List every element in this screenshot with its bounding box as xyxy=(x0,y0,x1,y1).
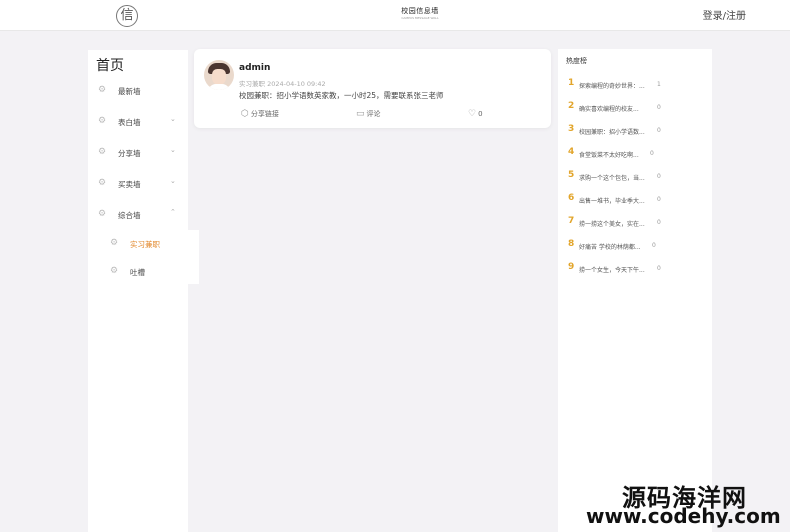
site-title: 校园信息墙 xyxy=(401,7,439,15)
chevron-up-icon: ⌃ xyxy=(170,208,176,216)
hot-text: 好痛苦 学校的林荫都... xyxy=(579,244,641,251)
hot-text: 校园兼职：招小学语数... xyxy=(579,129,645,136)
hot-count: 0 xyxy=(657,173,661,180)
hot-text: 求购一个这个包包，当... xyxy=(579,175,645,182)
post-card[interactable]: admin 实习兼职 2024-04-10 09:42 校园兼职：招小学语数英家… xyxy=(194,49,551,128)
like-count: 0 xyxy=(478,110,483,118)
comment-button[interactable]: ▭ 评论 xyxy=(356,109,381,119)
sidebar-item-general[interactable]: ⚙ 综合墙 ⌃ xyxy=(88,205,188,225)
sidebar-title-home[interactable]: 首页 xyxy=(96,55,124,75)
chevron-down-icon: ⌄ xyxy=(170,146,176,154)
sidebar-item-latest[interactable]: ⚙ 最新墙 xyxy=(88,81,188,101)
hot-item[interactable]: 8 好痛苦 学校的林荫都... 0 xyxy=(558,238,712,256)
hot-count: 0 xyxy=(652,242,656,249)
hot-ranking-panel: 热度榜 1 探索编程的奇妙世界：... 1 2 确实喜欢编程的校友... 0 3… xyxy=(558,49,712,532)
hot-rank: 9 xyxy=(568,262,575,272)
hot-text: 探索编程的奇妙世界：... xyxy=(579,83,645,90)
sidebar: 首页 ⚙ 最新墙 ⚙ 表白墙 ⌄ ⚙ 分享墙 ⌄ ⚙ 买卖墙 ⌄ ⚙ 综合墙 ⌃ xyxy=(88,50,188,532)
sidebar-item-confession[interactable]: ⚙ 表白墙 ⌄ xyxy=(88,112,188,132)
sidebar-item-trade[interactable]: ⚙ 买卖墙 ⌄ xyxy=(88,174,188,194)
gear-icon: ⚙ xyxy=(98,116,107,126)
hot-rank: 6 xyxy=(568,193,575,203)
gear-icon: ⚙ xyxy=(98,147,107,157)
post-meta: 实习兼职 2024-04-10 09:42 xyxy=(239,80,326,88)
hot-count: 0 xyxy=(657,127,661,134)
gear-icon: ⚙ xyxy=(98,209,107,219)
hot-item[interactable]: 7 捞一捞这个美女，实在... 0 xyxy=(558,215,712,233)
sidebar-item-share[interactable]: ⚙ 分享墙 ⌄ xyxy=(88,143,188,163)
sidebar-submenu: ⚙ 实习兼职 ⚙ 吐槽 xyxy=(88,230,199,284)
share-link-button[interactable]: ⬡ 分享链接 xyxy=(241,109,279,119)
hot-text: 捞一捞这个美女，实在... xyxy=(579,221,645,228)
hot-rank: 1 xyxy=(568,78,575,88)
sidebar-item-label: 综合墙 xyxy=(118,211,141,220)
comment-icon: ▭ xyxy=(356,109,365,119)
hot-text: 确实喜欢编程的校友... xyxy=(579,106,639,113)
hot-item[interactable]: 3 校园兼职：招小学语数... 0 xyxy=(558,123,712,141)
hot-text: 捞一个女生，今天下午... xyxy=(579,267,645,274)
chevron-down-icon: ⌄ xyxy=(170,115,176,123)
hot-rank: 2 xyxy=(568,101,575,111)
login-register-link[interactable]: 登录/注册 xyxy=(703,7,746,22)
post-content[interactable]: 校园兼职：招小学语数英家教，一小时25，需要联系张三老师 xyxy=(239,90,444,101)
hot-count: 0 xyxy=(657,265,661,272)
share-icon: ⬡ xyxy=(241,109,249,119)
watermark-url: www.codehy.com xyxy=(586,504,781,528)
hot-rank: 3 xyxy=(568,124,575,134)
hot-rank: 5 xyxy=(568,170,575,180)
hot-item[interactable]: 1 探索编程的奇妙世界：... 1 xyxy=(558,77,712,95)
hot-count: 0 xyxy=(657,196,661,203)
hot-item[interactable]: 5 求购一个这个包包，当... 0 xyxy=(558,169,712,187)
sidebar-item-label: 分享墙 xyxy=(118,149,141,158)
gear-icon: ⚙ xyxy=(98,178,107,188)
hot-count: 1 xyxy=(657,81,661,88)
gear-icon: ⚙ xyxy=(98,85,107,95)
hot-item[interactable]: 4 食堂饭菜不太好吃啊... 0 xyxy=(558,146,712,164)
hot-count: 0 xyxy=(657,219,661,226)
site-subtitle: CAMPUS MESSAGE WALL xyxy=(401,16,439,20)
avatar[interactable] xyxy=(204,60,234,90)
hot-item[interactable]: 6 出售一堆书，毕业季大... 0 xyxy=(558,192,712,210)
submenu-item-complaints[interactable]: ⚙ 吐槽 xyxy=(88,262,199,282)
heart-icon: ♡ xyxy=(468,109,477,119)
hot-text: 出售一堆书，毕业季大... xyxy=(579,198,645,205)
gear-icon: ⚙ xyxy=(110,266,119,276)
hot-count: 0 xyxy=(657,104,661,111)
share-label: 分享链接 xyxy=(250,110,279,118)
top-navbar: 信 校园信息墙 CAMPUS MESSAGE WALL 登录/注册 xyxy=(0,0,790,31)
sidebar-item-label: 买卖墙 xyxy=(118,180,141,189)
hot-rank: 7 xyxy=(568,216,575,226)
site-logo[interactable]: 信 xyxy=(116,5,138,27)
hot-ranking-title: 热度榜 xyxy=(566,57,587,65)
submenu-item-label: 实习兼职 xyxy=(130,240,160,249)
hot-rank: 8 xyxy=(568,239,575,249)
hot-item[interactable]: 9 捞一个女生，今天下午... 0 xyxy=(558,261,712,279)
sidebar-item-label: 表白墙 xyxy=(118,118,141,127)
hot-item[interactable]: 2 确实喜欢编程的校友... 0 xyxy=(558,100,712,118)
submenu-item-internship[interactable]: ⚙ 实习兼职 xyxy=(88,234,199,254)
gear-icon: ⚙ xyxy=(110,238,119,248)
comment-label: 评论 xyxy=(366,110,381,118)
post-username[interactable]: admin xyxy=(239,63,270,73)
chevron-down-icon: ⌄ xyxy=(170,177,176,185)
sidebar-item-label: 最新墙 xyxy=(118,87,141,96)
hot-text: 食堂饭菜不太好吃啊... xyxy=(579,152,639,159)
hot-rank: 4 xyxy=(568,147,575,157)
like-button[interactable]: ♡ 0 xyxy=(468,109,483,119)
hot-count: 0 xyxy=(650,150,654,157)
submenu-item-label: 吐槽 xyxy=(130,268,145,277)
